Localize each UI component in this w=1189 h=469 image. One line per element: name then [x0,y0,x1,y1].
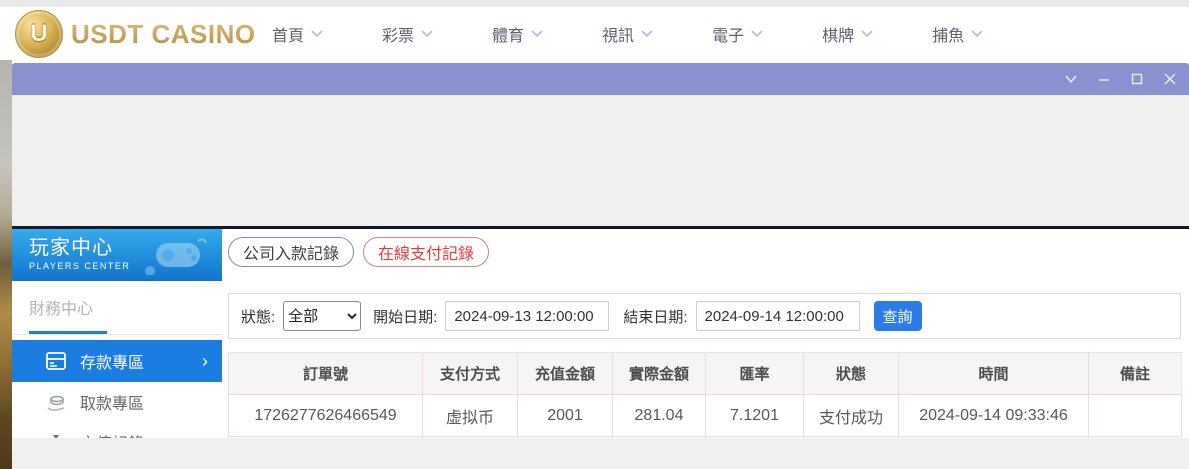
nav-item-label: 彩票 [382,22,414,46]
chevron-down-icon [641,30,653,38]
table-row-partial [229,437,1182,439]
col-remark: 備註 [1089,353,1182,395]
status-label: 狀態: [241,306,275,327]
record-tabs: 公司入款記錄 在線支付記錄 [228,237,1189,267]
nav-item-lottery[interactable]: 彩票 [382,22,433,46]
cell-order-number: 1726277626466549 [229,395,423,437]
chevron-down-icon [531,30,543,38]
cell-status: 支付成功 [804,395,899,437]
nav-item-label: 棋牌 [822,22,854,46]
sidebar-item-deposit[interactable]: 存款專區 › [12,340,222,382]
nav-item-label: 捕魚 [932,22,964,46]
payment-records-table: 訂單號 支付方式 充值金額 實際金額 匯率 狀態 時間 備註 172627762… [228,352,1182,438]
nav-item-boardgames[interactable]: 棋牌 [822,22,873,46]
cell-actual-amount: 281.04 [613,395,706,437]
chevron-right-icon: › [202,352,208,370]
usdt-logo-icon: U [15,10,63,58]
logo-text: USDT CASINO [71,19,256,50]
nav-item-fishing[interactable]: 捕魚 [932,22,983,46]
window-close-icon[interactable] [1163,72,1177,86]
player-center-window: 玩家中心 PLAYERS CENTER 財務中心 [12,63,1189,469]
nav-menu: 首頁 彩票 體育 視訊 電子 棋牌 捕魚 [272,7,983,60]
site-navbar: U USDT CASINO 首頁 彩票 體育 視訊 電子 棋牌 捕魚 [0,7,1189,60]
col-order-number: 訂單號 [229,353,423,395]
cell-exchange-rate: 7.1201 [706,395,804,437]
col-payment-method: 支付方式 [423,353,518,395]
cell-recharge-amount: 2001 [518,395,613,437]
table-header-row: 訂單號 支付方式 充值金額 實際金額 匯率 狀態 時間 備註 [229,353,1182,395]
page-background-strip [0,60,12,469]
filter-bar: 狀態: 全部 開始日期: 結束日期: 查詢 [228,293,1181,339]
site-logo[interactable]: U USDT CASINO [15,10,256,58]
chevron-down-icon [971,30,983,38]
nav-item-label: 首頁 [272,22,304,46]
col-exchange-rate: 匯率 [706,353,804,395]
nav-item-label: 電子 [712,22,744,46]
window-minimize-icon[interactable] [1097,72,1111,86]
nav-item-video[interactable]: 視訊 [602,22,653,46]
window-collapse-icon[interactable] [1064,72,1078,86]
start-date-label: 開始日期: [373,306,437,327]
cell-time: 2024-09-14 09:33:46 [899,395,1089,437]
end-date-label: 結束日期: [623,306,687,327]
window-content: 玩家中心 PLAYERS CENTER 財務中心 [12,229,1189,438]
sidebar-item-label: 充值記錄 [80,430,144,438]
sidebar-item-label: 存款專區 [80,349,144,373]
window-empty-area [12,95,1189,226]
nav-item-sports[interactable]: 體育 [492,22,543,46]
tab-company-deposit-records[interactable]: 公司入款記錄 [228,237,354,267]
nav-item-label: 視訊 [602,22,634,46]
nav-item-label: 體育 [492,22,524,46]
col-actual-amount: 實際金額 [613,353,706,395]
window-bottom-strip [12,438,1189,469]
main-panel: 公司入款記錄 在線支付記錄 狀態: 全部 開始日期: 結束日期: 查詢 [222,229,1189,438]
chevron-down-icon [751,30,763,38]
withdraw-hand-icon [45,391,67,413]
table-row: 1726277626466549 虚拟币 2001 281.04 7.1201 … [229,395,1182,437]
col-time: 時間 [899,353,1089,395]
sidebar: 玩家中心 PLAYERS CENTER 財務中心 [12,229,222,438]
end-date-input[interactable] [696,301,860,331]
tab-online-payment-records[interactable]: 在線支付記錄 [363,237,489,267]
cell-remark [1089,395,1182,437]
col-recharge-amount: 充值金額 [518,353,613,395]
sidebar-item-withdraw[interactable]: 取款專區 [12,382,222,422]
window-maximize-icon[interactable] [1130,72,1144,86]
sidebar-item-recharge-records[interactable]: ¥ 充值記錄 [12,422,222,438]
money-bag-icon: ¥ [45,431,67,438]
query-button[interactable]: 查詢 [874,301,922,331]
gamepad-icon [142,235,208,275]
cell-payment-method: 虚拟币 [423,395,518,437]
start-date-input[interactable] [445,301,609,331]
status-select[interactable]: 全部 [283,301,361,331]
nav-item-home[interactable]: 首頁 [272,22,323,46]
chevron-down-icon [421,30,433,38]
nav-item-slots[interactable]: 電子 [712,22,763,46]
col-status: 狀態 [804,353,899,395]
players-center-header: 玩家中心 PLAYERS CENTER [12,229,222,281]
chevron-down-icon [311,30,323,38]
sidebar-item-label: 取款專區 [80,390,144,414]
top-edge-strip [0,0,1189,7]
window-titlebar[interactable] [12,63,1189,95]
finance-center-label: 財務中心 [12,281,222,319]
section-divider [12,330,222,335]
deposit-card-icon [45,350,67,372]
chevron-down-icon [861,30,873,38]
